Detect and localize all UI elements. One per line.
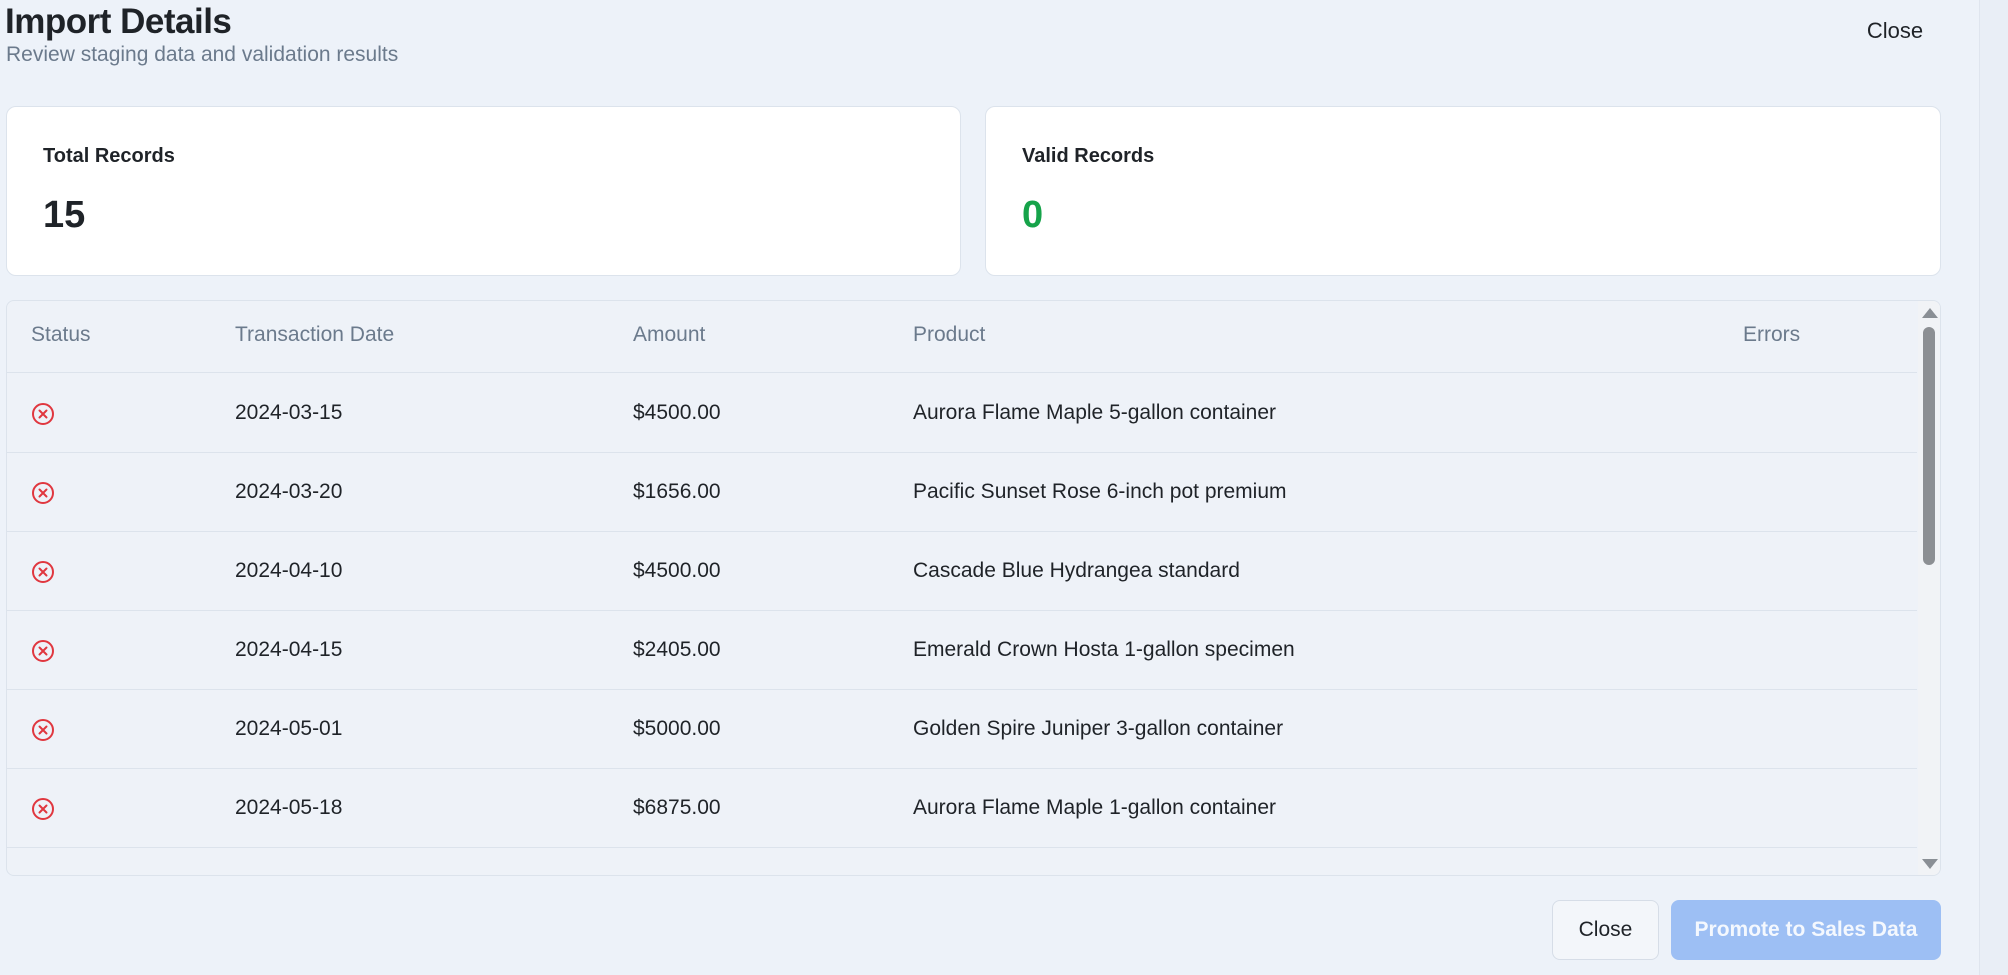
table-row[interactable]: 2024-04-10 $4500.00 Cascade Blue Hydrangea… — [7, 532, 1917, 611]
page-scroll-gutter — [1979, 0, 2008, 975]
cell-amount: $6875.00 — [633, 796, 721, 819]
column-header-transaction-date[interactable]: Transaction Date — [235, 323, 394, 347]
staging-table: Status Transaction Date Amount Product E… — [6, 300, 1941, 876]
table-row[interactable]: 2024-03-20 $1656.00 Pacific Sunset Rose 6-… — [7, 453, 1917, 532]
x-circle-icon — [31, 481, 55, 505]
scroll-up-arrow-icon[interactable] — [1922, 308, 1938, 318]
cell-transaction-date: 2024-04-10 — [235, 559, 343, 582]
total-records-value: 15 — [43, 194, 86, 236]
x-circle-icon — [31, 718, 55, 742]
cell-amount: $1656.00 — [633, 480, 721, 503]
valid-records-card: Valid Records 0 — [985, 106, 1941, 276]
cell-transaction-date: 2024-04-15 — [235, 638, 343, 661]
table-row[interactable]: 2024-05-01 $5000.00 Golden Spire Juniper 3… — [7, 690, 1917, 769]
cell-product: Pacific Sunset Rose 6-inch pot premium — [913, 480, 1287, 503]
column-header-status[interactable]: Status — [31, 323, 91, 347]
scrollbar-thumb[interactable] — [1923, 327, 1935, 565]
x-circle-icon — [31, 402, 55, 426]
scroll-down-arrow-icon[interactable] — [1922, 859, 1938, 869]
header-close-button[interactable]: Close — [1850, 14, 1940, 48]
table-row[interactable]: 2024-04-15 $2405.00 Emerald Crown Hosta 1-… — [7, 611, 1917, 690]
table-row[interactable]: 2024-05-18 $6875.00 Aurora Flame Maple 1-g… — [7, 769, 1917, 848]
total-records-label: Total Records — [43, 145, 175, 167]
cell-product: Aurora Flame Maple 1-gallon container — [913, 796, 1277, 819]
column-header-product[interactable]: Product — [913, 323, 985, 347]
total-records-card: Total Records 15 — [6, 106, 961, 276]
cell-amount: $4500.00 — [633, 401, 721, 424]
cell-transaction-date: 2024-05-18 — [235, 796, 343, 819]
page-subtitle: Review staging data and validation resul… — [6, 43, 399, 66]
cell-product: Golden Spire Juniper 3-gallon container — [913, 717, 1284, 740]
cell-transaction-date: 2024-05-01 — [235, 717, 343, 740]
cell-transaction-date: 2024-03-15 — [235, 401, 343, 424]
cell-product: Aurora Flame Maple 5-gallon container — [913, 401, 1277, 424]
column-header-amount[interactable]: Amount — [633, 323, 705, 347]
cell-amount: $2405.00 — [633, 638, 721, 661]
column-header-errors[interactable]: Errors — [1743, 323, 1800, 347]
import-details-dialog: Import Details Review staging data and v… — [0, 0, 2008, 975]
valid-records-value: 0 — [1022, 194, 1044, 236]
valid-records-label: Valid Records — [1022, 145, 1155, 167]
table-scrollbar[interactable] — [1918, 301, 1940, 875]
cell-product: Cascade Blue Hydrangea standard — [913, 559, 1240, 582]
cell-amount: $5000.00 — [633, 717, 721, 740]
promote-to-sales-data-button[interactable]: Promote to Sales Data — [1671, 900, 1941, 960]
x-circle-icon — [31, 639, 55, 663]
x-circle-icon — [31, 560, 55, 584]
cell-product: Emerald Crown Hosta 1-gallon specimen — [913, 638, 1295, 661]
page-title: Import Details — [5, 2, 232, 41]
footer-close-button[interactable]: Close — [1552, 900, 1659, 960]
cell-transaction-date: 2024-03-20 — [235, 480, 343, 503]
cell-amount: $4500.00 — [633, 559, 721, 582]
table-row[interactable]: 2024-03-15 $4500.00 Aurora Flame Maple 5-g… — [7, 374, 1917, 453]
x-circle-icon — [31, 797, 55, 821]
table-header: Status Transaction Date Amount Product E… — [7, 301, 1917, 373]
